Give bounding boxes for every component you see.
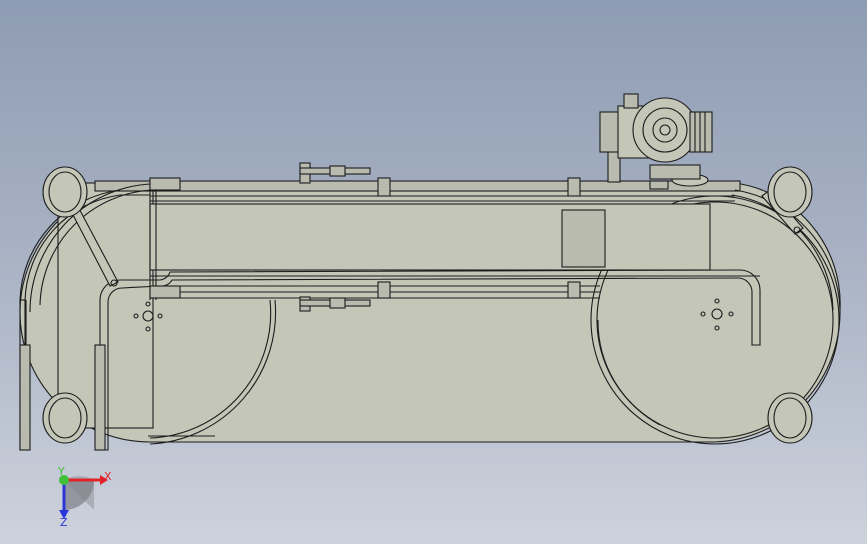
caster-bottom-left[interactable] xyxy=(42,392,88,444)
axis-triad: X Y Z xyxy=(57,465,112,529)
access-panel xyxy=(561,209,606,268)
caster-top-right[interactable] xyxy=(767,166,813,218)
z-axis-label: Z xyxy=(60,516,68,529)
y-axis-label: Y xyxy=(57,465,65,478)
caster-top-left[interactable] xyxy=(42,166,88,218)
cad-viewport[interactable]: X Y Z xyxy=(0,0,867,544)
caster-bottom-right[interactable] xyxy=(767,392,813,444)
gear-motor[interactable] xyxy=(599,93,713,190)
x-axis-label: X xyxy=(104,470,112,483)
top-tensioner-rod[interactable] xyxy=(299,162,371,184)
conveyor-assembly-drawing[interactable]: X Y Z xyxy=(0,0,867,544)
